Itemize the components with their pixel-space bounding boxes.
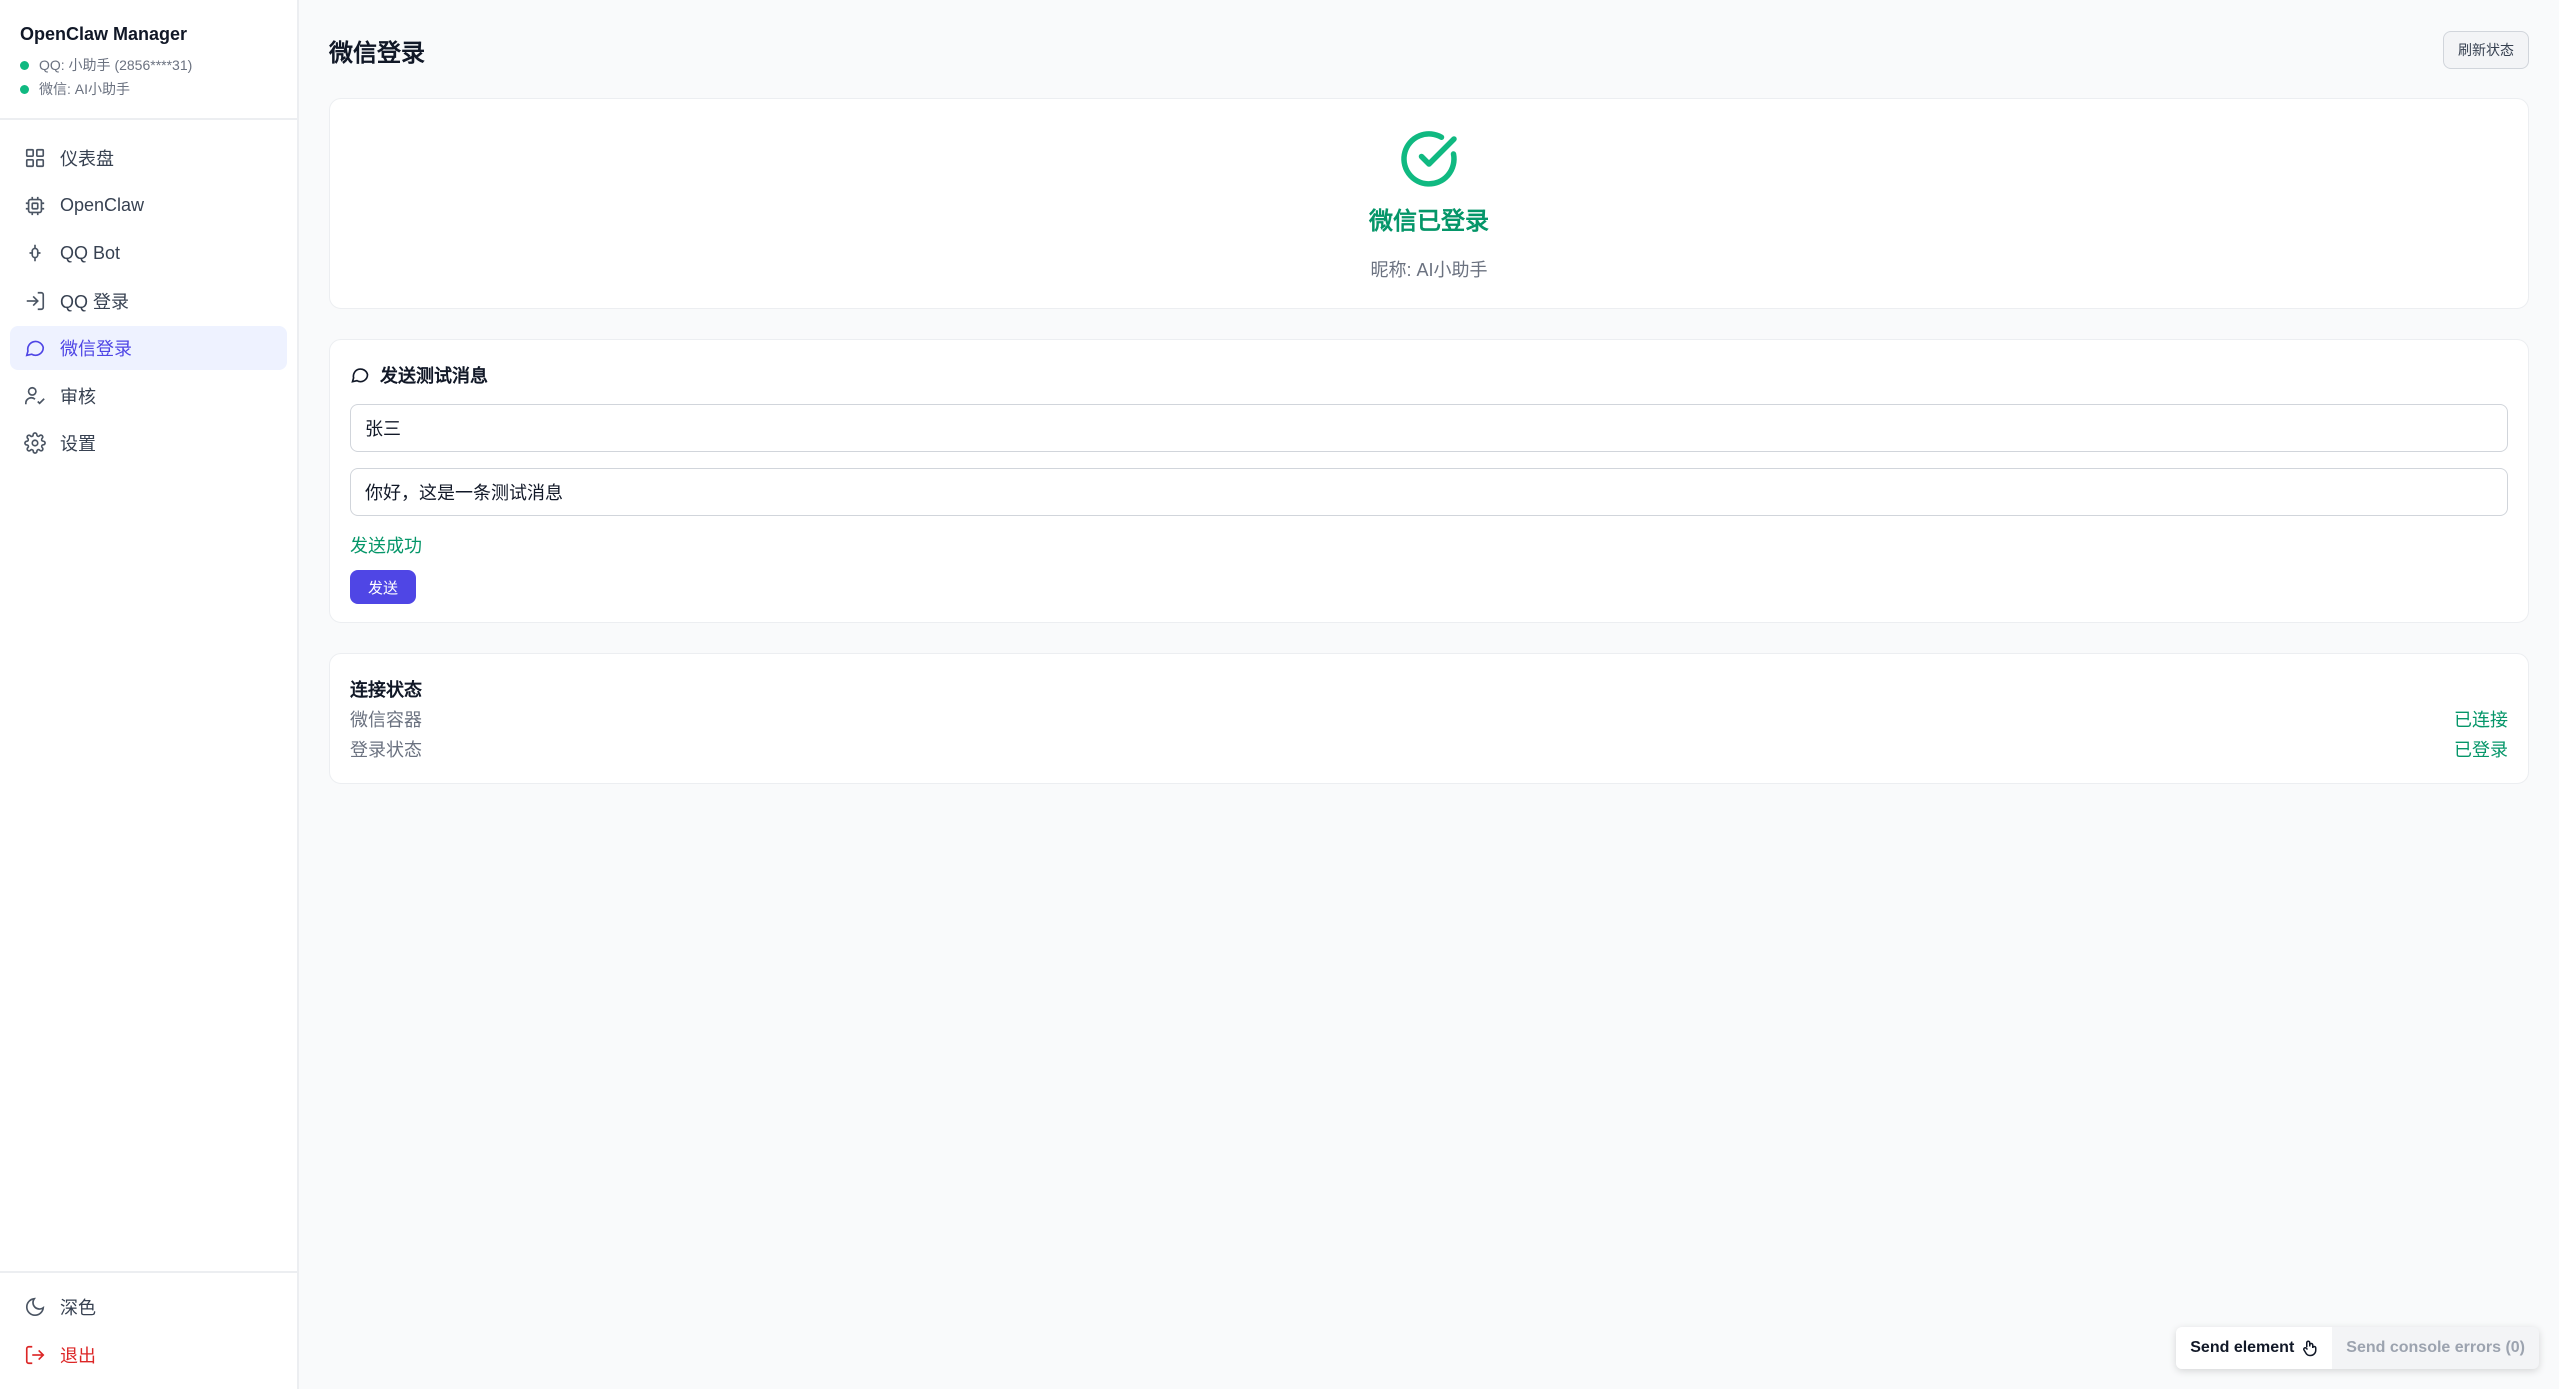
- recipient-input[interactable]: 张三: [350, 404, 2508, 452]
- bot-icon: [29, 244, 41, 262]
- grid-icon: [25, 148, 45, 168]
- moon-icon: [25, 1297, 45, 1317]
- logout-icon: [25, 1345, 45, 1365]
- logout-button[interactable]: 退出: [10, 1333, 287, 1377]
- sidebar-item-openclaw[interactable]: OpenClaw: [10, 184, 287, 228]
- send-test-message-card: 发送测试消息 张三 你好，这是一条测试消息 发送成功 发送: [329, 339, 2529, 623]
- gear-icon: [24, 432, 46, 454]
- wechat-status-dot: [20, 84, 29, 94]
- sidebar-item-dashboard[interactable]: 仪表盘: [10, 136, 287, 180]
- send-element-label: Send element: [2190, 1339, 2295, 1356]
- qq-status: QQ: 小助手 (2856****31): [20, 53, 277, 77]
- send-button[interactable]: 发送: [350, 570, 417, 604]
- brand-header: OpenClaw Manager QQ: 小助手 (2856****31) 微信…: [0, 0, 297, 120]
- message-circle-icon: [351, 368, 369, 383]
- qq-status-text: QQ: 小助手 (2856****31): [39, 57, 193, 73]
- sidebar-footer: 深色 退出: [0, 1271, 297, 1389]
- sidebar-item-review[interactable]: 审核: [10, 374, 287, 418]
- sidebar-item-label: 微信登录: [60, 339, 132, 359]
- sidebar-item-label: QQ Bot: [60, 242, 121, 263]
- connection-row-value: 已连接: [2454, 710, 2508, 730]
- send-element-button[interactable]: Send element: [2176, 1327, 2333, 1369]
- app-title: OpenClaw Manager: [20, 24, 188, 44]
- connection-row-value: 已登录: [2454, 740, 2508, 760]
- sidebar-item-label: OpenClaw: [60, 195, 145, 215]
- sidebar-item-qq-bot[interactable]: QQ Bot: [10, 231, 287, 275]
- theme-toggle-label: 深色: [60, 1298, 96, 1318]
- connection-row: 微信容器 已连接: [350, 704, 2508, 734]
- sidebar-item-label: 审核: [60, 386, 96, 407]
- connection-status-card: 连接状态 微信容器 已连接 登录状态 已登录: [329, 653, 2529, 784]
- check-circle-icon: [1401, 131, 1457, 187]
- send-card-title: 发送测试消息: [350, 360, 2508, 390]
- login-status-title: 微信已登录: [1369, 208, 1489, 235]
- sidebar-item-label: 设置: [60, 434, 96, 454]
- page-header: 微信登录 刷新状态: [329, 30, 2529, 70]
- connection-card-title: 连接状态: [350, 680, 422, 700]
- page-title: 微信登录: [329, 39, 425, 67]
- sidebar-item-label: QQ 登录: [60, 291, 130, 312]
- login-icon: [26, 291, 45, 310]
- dev-toolbar-widget: Send element Send console errors (0): [2176, 1327, 2539, 1369]
- wechat-status-text: 微信: AI小助手: [39, 81, 131, 97]
- message-circle-icon: [25, 340, 45, 357]
- send-result-text: 发送成功: [350, 536, 422, 556]
- user-check-icon: [25, 386, 45, 405]
- connection-row-label: 登录状态: [350, 740, 422, 760]
- sidebar: OpenClaw Manager QQ: 小助手 (2856****31) 微信…: [0, 0, 299, 1389]
- login-status-card: 微信已登录 昵称: AI小助手: [329, 98, 2529, 309]
- send-card-title-text: 发送测试消息: [380, 366, 488, 386]
- wechat-status: 微信: AI小助手: [20, 77, 277, 101]
- sidebar-item-wechat-login[interactable]: 微信登录: [10, 326, 287, 370]
- theme-toggle[interactable]: 深色: [10, 1285, 287, 1329]
- qq-status-dot: [20, 60, 29, 70]
- app-root: OpenClaw Manager QQ: 小助手 (2856****31) 微信…: [0, 0, 2559, 1389]
- send-console-errors-button[interactable]: Send console errors (0): [2332, 1327, 2539, 1369]
- sidebar-item-qq-login[interactable]: QQ 登录: [10, 279, 287, 323]
- sidebar-nav: 仪表盘 OpenClaw QQ Bot QQ 登录 微信登录 审核 设置: [0, 120, 297, 1271]
- message-input[interactable]: 你好，这是一条测试消息: [350, 468, 2508, 516]
- sidebar-item-settings[interactable]: 设置: [10, 421, 287, 465]
- login-nickname: 昵称: AI小助手: [1370, 260, 1488, 280]
- connection-row: 登录状态 已登录: [350, 734, 2508, 764]
- connection-row-label: 微信容器: [350, 710, 422, 730]
- sidebar-item-label: 仪表盘: [60, 149, 114, 169]
- cpu-icon: [25, 196, 45, 215]
- refresh-status-button[interactable]: 刷新状态: [2443, 31, 2529, 69]
- logout-label: 退出: [60, 1346, 96, 1366]
- pointer-icon: [2303, 1340, 2317, 1357]
- main-content: 微信登录 刷新状态 微信已登录 昵称: AI小助手 发送测试消息 张三 你好，这…: [299, 0, 2559, 1389]
